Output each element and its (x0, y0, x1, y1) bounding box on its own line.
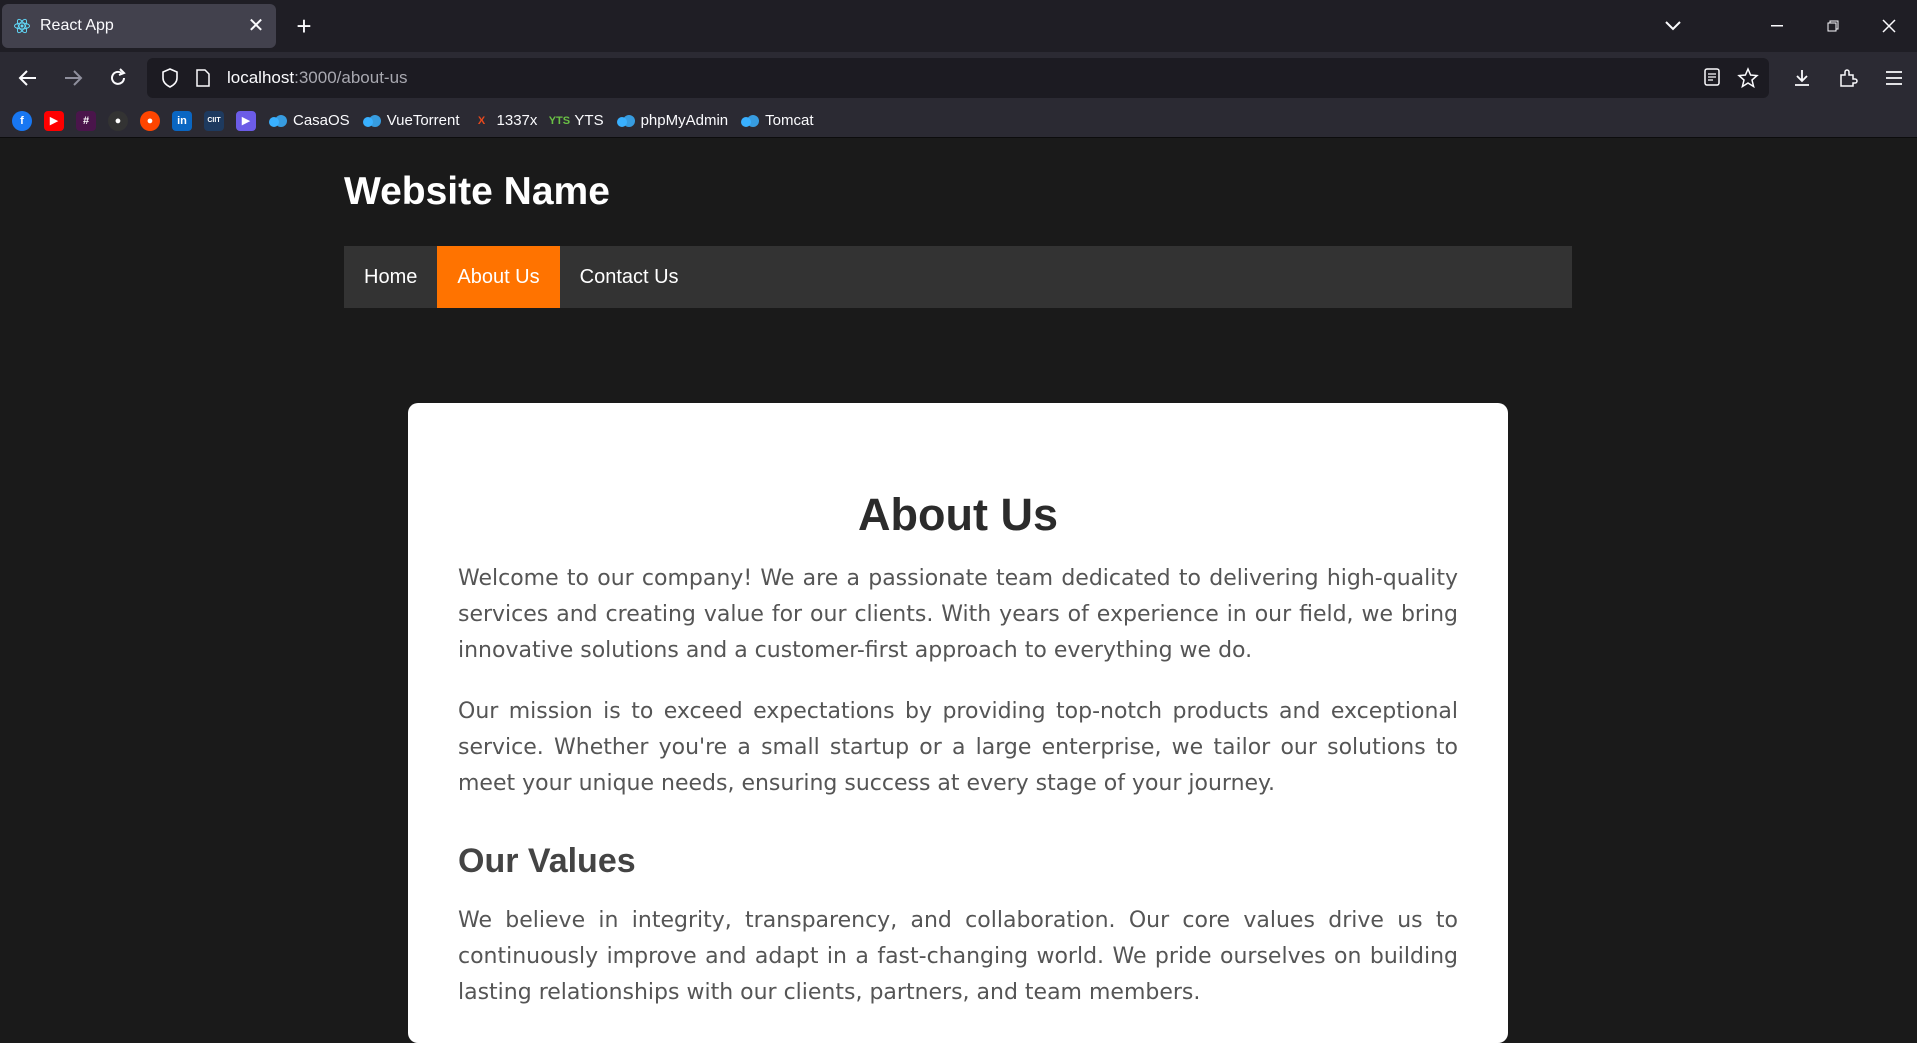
bookmark-1337x[interactable]: X 1337x (472, 111, 538, 131)
shield-icon[interactable] (159, 67, 181, 89)
forward-icon[interactable] (59, 64, 87, 92)
url-bar[interactable]: localhost:3000/about-us (147, 58, 1769, 98)
cloud-icon (740, 111, 760, 131)
bookmark-casaos[interactable]: CasaOS (268, 111, 350, 131)
bookmark-yts[interactable]: YTS YTS (548, 111, 604, 131)
url-path: :3000/about-us (294, 68, 408, 87)
extensions-icon[interactable] (1825, 64, 1871, 92)
page-viewport: Website Name Home About Us Contact Us Abou… (0, 138, 1917, 1043)
restore-icon[interactable] (1805, 0, 1861, 52)
bookmark-label: YTS (574, 112, 604, 129)
bookmark-phpmyadmin[interactable]: phpMyAdmin (616, 111, 729, 131)
bookmark-reddit[interactable]: ● (140, 110, 160, 131)
minimize-icon[interactable] (1749, 0, 1805, 52)
bookmark-youtube[interactable]: ▶ (44, 110, 64, 131)
reload-icon[interactable] (104, 64, 132, 92)
cloud-icon (616, 111, 636, 131)
bookmark-label: phpMyAdmin (640, 112, 729, 129)
url-host: localhost (227, 68, 295, 87)
bookmark-linkedin[interactable]: in (172, 110, 192, 131)
bookmark-vuetorrent[interactable]: VueTorrent (362, 111, 460, 131)
values-paragraph: We believe in integrity, transparency, a… (458, 908, 1458, 1005)
reddit-icon: ● (140, 110, 160, 131)
bookmark-tomcat[interactable]: Tomcat (740, 111, 814, 131)
about-card: About Us Welcome to our company! We are … (408, 403, 1508, 1043)
nav-link-about-us[interactable]: About Us (437, 246, 560, 308)
menu-icon[interactable] (1871, 64, 1917, 92)
new-tab-icon[interactable]: + (291, 13, 317, 39)
back-icon[interactable] (14, 64, 42, 92)
site-title: Website Name (344, 170, 610, 213)
close-window-icon[interactable] (1861, 0, 1917, 52)
nav-toolbar: localhost:3000/about-us (0, 52, 1917, 104)
react-icon (12, 16, 32, 36)
bookmark-label: VueTorrent (386, 112, 460, 129)
tab-bar: React App ✕ + (0, 0, 1917, 52)
bookmark-facebook[interactable]: f (12, 110, 32, 131)
list-tabs-icon[interactable] (1645, 0, 1701, 52)
bookmark-star-icon[interactable] (1737, 67, 1759, 94)
bookmark-slack[interactable]: # (76, 110, 96, 131)
reader-view-icon[interactable] (1703, 67, 1721, 94)
slack-icon: # (76, 110, 96, 131)
x-icon: X (477, 114, 486, 127)
bookmark-github[interactable]: ● (108, 110, 128, 131)
bookmark-label: Tomcat (765, 112, 814, 129)
youtube-icon: ▶ (44, 110, 64, 131)
page-icon[interactable] (193, 67, 213, 89)
downloads-icon[interactable] (1779, 64, 1825, 92)
bookmarks-toolbar: f ▶ # ● ● in CIIT ▶ CasaOS VueTorrent X 1337x YTS YTS… (0, 104, 1917, 138)
cloud-icon (362, 111, 382, 131)
intro-paragraph: Welcome to our company! We are a passion… (458, 566, 1458, 663)
page-heading: About Us (858, 489, 1058, 540)
linkedin-icon: in (172, 110, 192, 131)
nav-link-home[interactable]: Home (344, 246, 437, 308)
url-text[interactable]: localhost:3000/about-us (227, 68, 408, 88)
tab-title: React App (40, 17, 114, 34)
citt-icon: CIIT (204, 110, 224, 131)
bookmark-label: 1337x (496, 112, 538, 129)
site-nav: Home About Us Contact Us (344, 246, 1572, 308)
values-heading: Our Values (458, 842, 636, 880)
mission-paragraph: Our mission is to exceed expectations by… (458, 699, 1458, 796)
github-icon: ● (108, 110, 128, 131)
cloud-icon (268, 111, 288, 131)
close-tab-icon[interactable]: ✕ (246, 16, 266, 36)
bookmark-label: CasaOS (293, 112, 350, 129)
play-diamond-icon: ▶ (236, 110, 256, 131)
nav-link-contact-us[interactable]: Contact Us (560, 246, 699, 308)
facebook-icon: f (12, 110, 32, 131)
bookmark-citt[interactable]: CIIT (204, 110, 224, 131)
browser-tab[interactable]: React App ✕ (2, 4, 276, 48)
bookmark-play-diamond[interactable]: ▶ (236, 110, 256, 131)
yts-icon: YTS (548, 114, 571, 127)
